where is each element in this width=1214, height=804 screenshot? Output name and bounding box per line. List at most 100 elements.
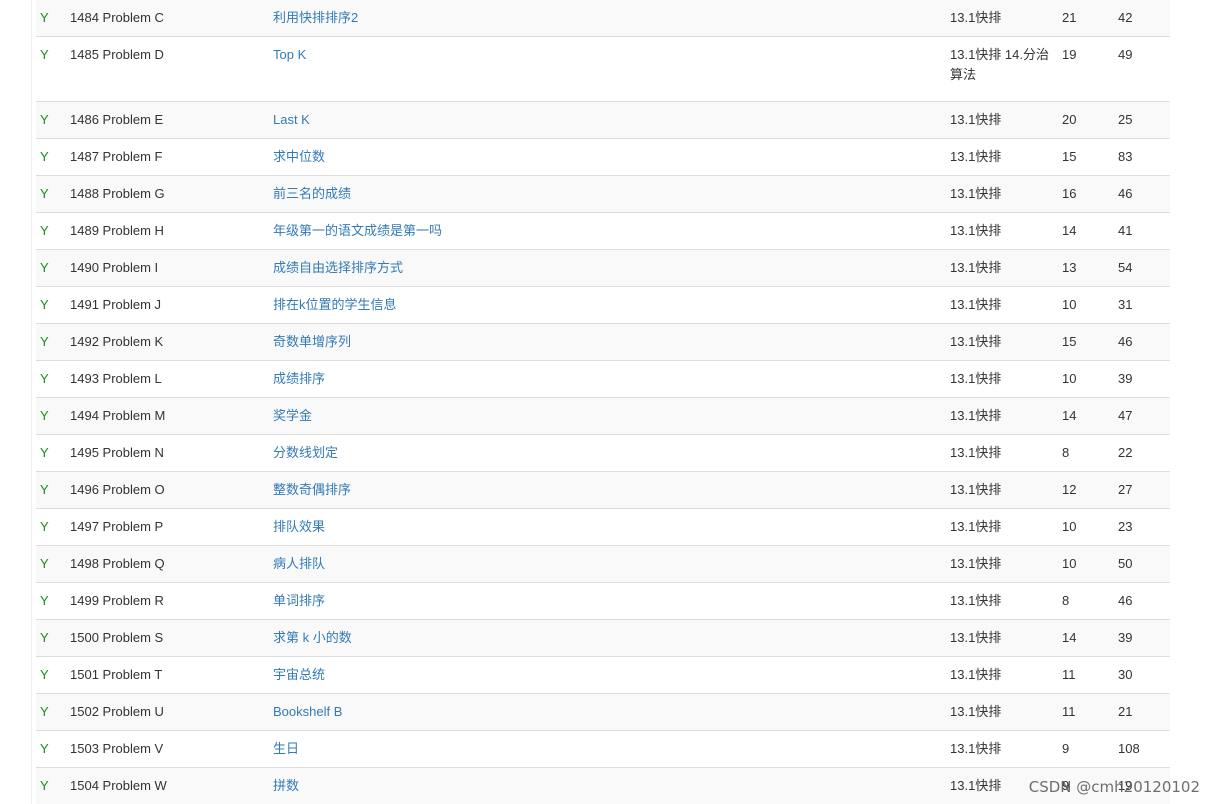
title-cell: 单词排序 — [269, 582, 946, 620]
title-cell: 前三名的成绩 — [269, 175, 946, 213]
source-cell: 13.1快排 — [946, 656, 1058, 694]
title-cell: 奖学金 — [269, 397, 946, 435]
submit-count-cell: 39 — [1114, 619, 1170, 657]
problem-id-cell: 1488 Problem G — [66, 175, 269, 213]
problem-id-cell: 1501 Problem T — [66, 656, 269, 694]
title-cell: 奇数单增序列 — [269, 323, 946, 361]
problem-title-link[interactable]: 利用快排排序2 — [273, 10, 358, 25]
title-cell: 年级第一的语文成绩是第一吗 — [269, 212, 946, 250]
submit-count-cell: 42 — [1114, 0, 1170, 37]
table-row: Y 1503 Problem V 生日 13.1快排 9 108 — [36, 730, 1170, 768]
table-row: Y 1487 Problem F 求中位数 13.1快排 15 83 — [36, 138, 1170, 176]
status-cell: Y — [36, 323, 66, 361]
accepted-count-cell: 12 — [1058, 471, 1114, 509]
submit-count-cell: 108 — [1114, 730, 1170, 768]
problem-title-link[interactable]: 前三名的成绩 — [273, 186, 351, 201]
problem-id-cell: 1486 Problem E — [66, 101, 269, 139]
title-cell: Top K — [269, 36, 946, 102]
problem-id-cell: 1504 Problem W — [66, 767, 269, 804]
table-row: Y 1492 Problem K 奇数单增序列 13.1快排 15 46 — [36, 323, 1170, 361]
submit-count-cell: 25 — [1114, 101, 1170, 139]
table-row: Y 1498 Problem Q 病人排队 13.1快排 10 50 — [36, 545, 1170, 583]
problem-id-cell: 1493 Problem L — [66, 360, 269, 398]
problem-title-link[interactable]: 奖学金 — [273, 408, 312, 423]
problem-title-link[interactable]: 成绩排序 — [273, 371, 325, 386]
accepted-count-cell: 14 — [1058, 397, 1114, 435]
problem-title-link[interactable]: 奇数单增序列 — [273, 334, 351, 349]
problem-title-link[interactable]: Last K — [273, 112, 310, 127]
source-cell: 13.1快排 — [946, 730, 1058, 768]
submit-count-cell: 30 — [1114, 656, 1170, 694]
status-cell: Y — [36, 360, 66, 398]
source-cell: 13.1快排 — [946, 434, 1058, 472]
status-cell: Y — [36, 212, 66, 250]
title-cell: 病人排队 — [269, 545, 946, 583]
source-cell: 13.1快排 — [946, 471, 1058, 509]
problem-title-link[interactable]: 单词排序 — [273, 593, 325, 608]
problem-title-link[interactable]: 宇宙总统 — [273, 667, 325, 682]
problem-table: Y 1484 Problem C 利用快排排序2 13.1快排 21 42 Y … — [36, 0, 1170, 804]
accepted-count-cell: 11 — [1058, 693, 1114, 731]
table-row: Y 1486 Problem E Last K 13.1快排 20 25 — [36, 101, 1170, 139]
table-row: Y 1493 Problem L 成绩排序 13.1快排 10 39 — [36, 360, 1170, 398]
table-row: Y 1504 Problem W 拼数 13.1快排 9 19 — [36, 767, 1170, 804]
problem-title-link[interactable]: 求第 k 小的数 — [273, 630, 352, 645]
status-cell: Y — [36, 249, 66, 287]
problem-title-link[interactable]: Bookshelf B — [273, 704, 342, 719]
title-cell: Bookshelf B — [269, 693, 946, 731]
accepted-count-cell: 19 — [1058, 36, 1114, 102]
submit-count-cell: 54 — [1114, 249, 1170, 287]
status-cell: Y — [36, 36, 66, 102]
problem-id-cell: 1497 Problem P — [66, 508, 269, 546]
problem-title-link[interactable]: 拼数 — [273, 778, 299, 793]
title-cell: 求第 k 小的数 — [269, 619, 946, 657]
problem-title-link[interactable]: 排队效果 — [273, 519, 325, 534]
problem-title-link[interactable]: 年级第一的语文成绩是第一吗 — [273, 223, 442, 238]
source-cell: 13.1快排 — [946, 249, 1058, 287]
status-cell: Y — [36, 101, 66, 139]
accepted-count-cell: 10 — [1058, 508, 1114, 546]
table-row: Y 1489 Problem H 年级第一的语文成绩是第一吗 13.1快排 14… — [36, 212, 1170, 250]
status-cell: Y — [36, 508, 66, 546]
problem-title-link[interactable]: Top K — [273, 47, 306, 62]
status-cell: Y — [36, 175, 66, 213]
submit-count-cell: 41 — [1114, 212, 1170, 250]
source-cell: 13.1快排 — [946, 360, 1058, 398]
title-cell: 成绩自由选择排序方式 — [269, 249, 946, 287]
problem-table-body: Y 1484 Problem C 利用快排排序2 13.1快排 21 42 Y … — [36, 0, 1170, 804]
title-cell: Last K — [269, 101, 946, 139]
status-cell: Y — [36, 656, 66, 694]
source-cell: 13.1快排 — [946, 0, 1058, 37]
submit-count-cell: 39 — [1114, 360, 1170, 398]
source-cell: 13.1快排 — [946, 693, 1058, 731]
accepted-count-cell: 15 — [1058, 138, 1114, 176]
status-cell: Y — [36, 434, 66, 472]
status-cell: Y — [36, 767, 66, 804]
problem-id-cell: 1485 Problem D — [66, 36, 269, 102]
accepted-count-cell: 10 — [1058, 360, 1114, 398]
submit-count-cell: 31 — [1114, 286, 1170, 324]
csdn-watermark: CSDN @cmh20120102 — [1028, 778, 1200, 796]
submit-count-cell: 47 — [1114, 397, 1170, 435]
problem-title-link[interactable]: 排在k位置的学生信息 — [273, 297, 397, 312]
status-cell: Y — [36, 545, 66, 583]
accepted-count-cell: 14 — [1058, 212, 1114, 250]
problem-id-cell: 1491 Problem J — [66, 286, 269, 324]
source-cell: 13.1快排 — [946, 508, 1058, 546]
problem-id-cell: 1490 Problem I — [66, 249, 269, 287]
problem-id-cell: 1492 Problem K — [66, 323, 269, 361]
table-row: Y 1502 Problem U Bookshelf B 13.1快排 11 2… — [36, 693, 1170, 731]
problem-title-link[interactable]: 病人排队 — [273, 556, 325, 571]
title-cell: 求中位数 — [269, 138, 946, 176]
accepted-count-cell: 9 — [1058, 730, 1114, 768]
problem-title-link[interactable]: 成绩自由选择排序方式 — [273, 260, 403, 275]
status-cell: Y — [36, 397, 66, 435]
problem-title-link[interactable]: 整数奇偶排序 — [273, 482, 351, 497]
problem-title-link[interactable]: 生日 — [273, 741, 299, 756]
problem-title-link[interactable]: 分数线划定 — [273, 445, 338, 460]
status-cell: Y — [36, 138, 66, 176]
status-cell: Y — [36, 0, 66, 37]
problem-title-link[interactable]: 求中位数 — [273, 149, 325, 164]
submit-count-cell: 46 — [1114, 582, 1170, 620]
table-row: Y 1495 Problem N 分数线划定 13.1快排 8 22 — [36, 434, 1170, 472]
